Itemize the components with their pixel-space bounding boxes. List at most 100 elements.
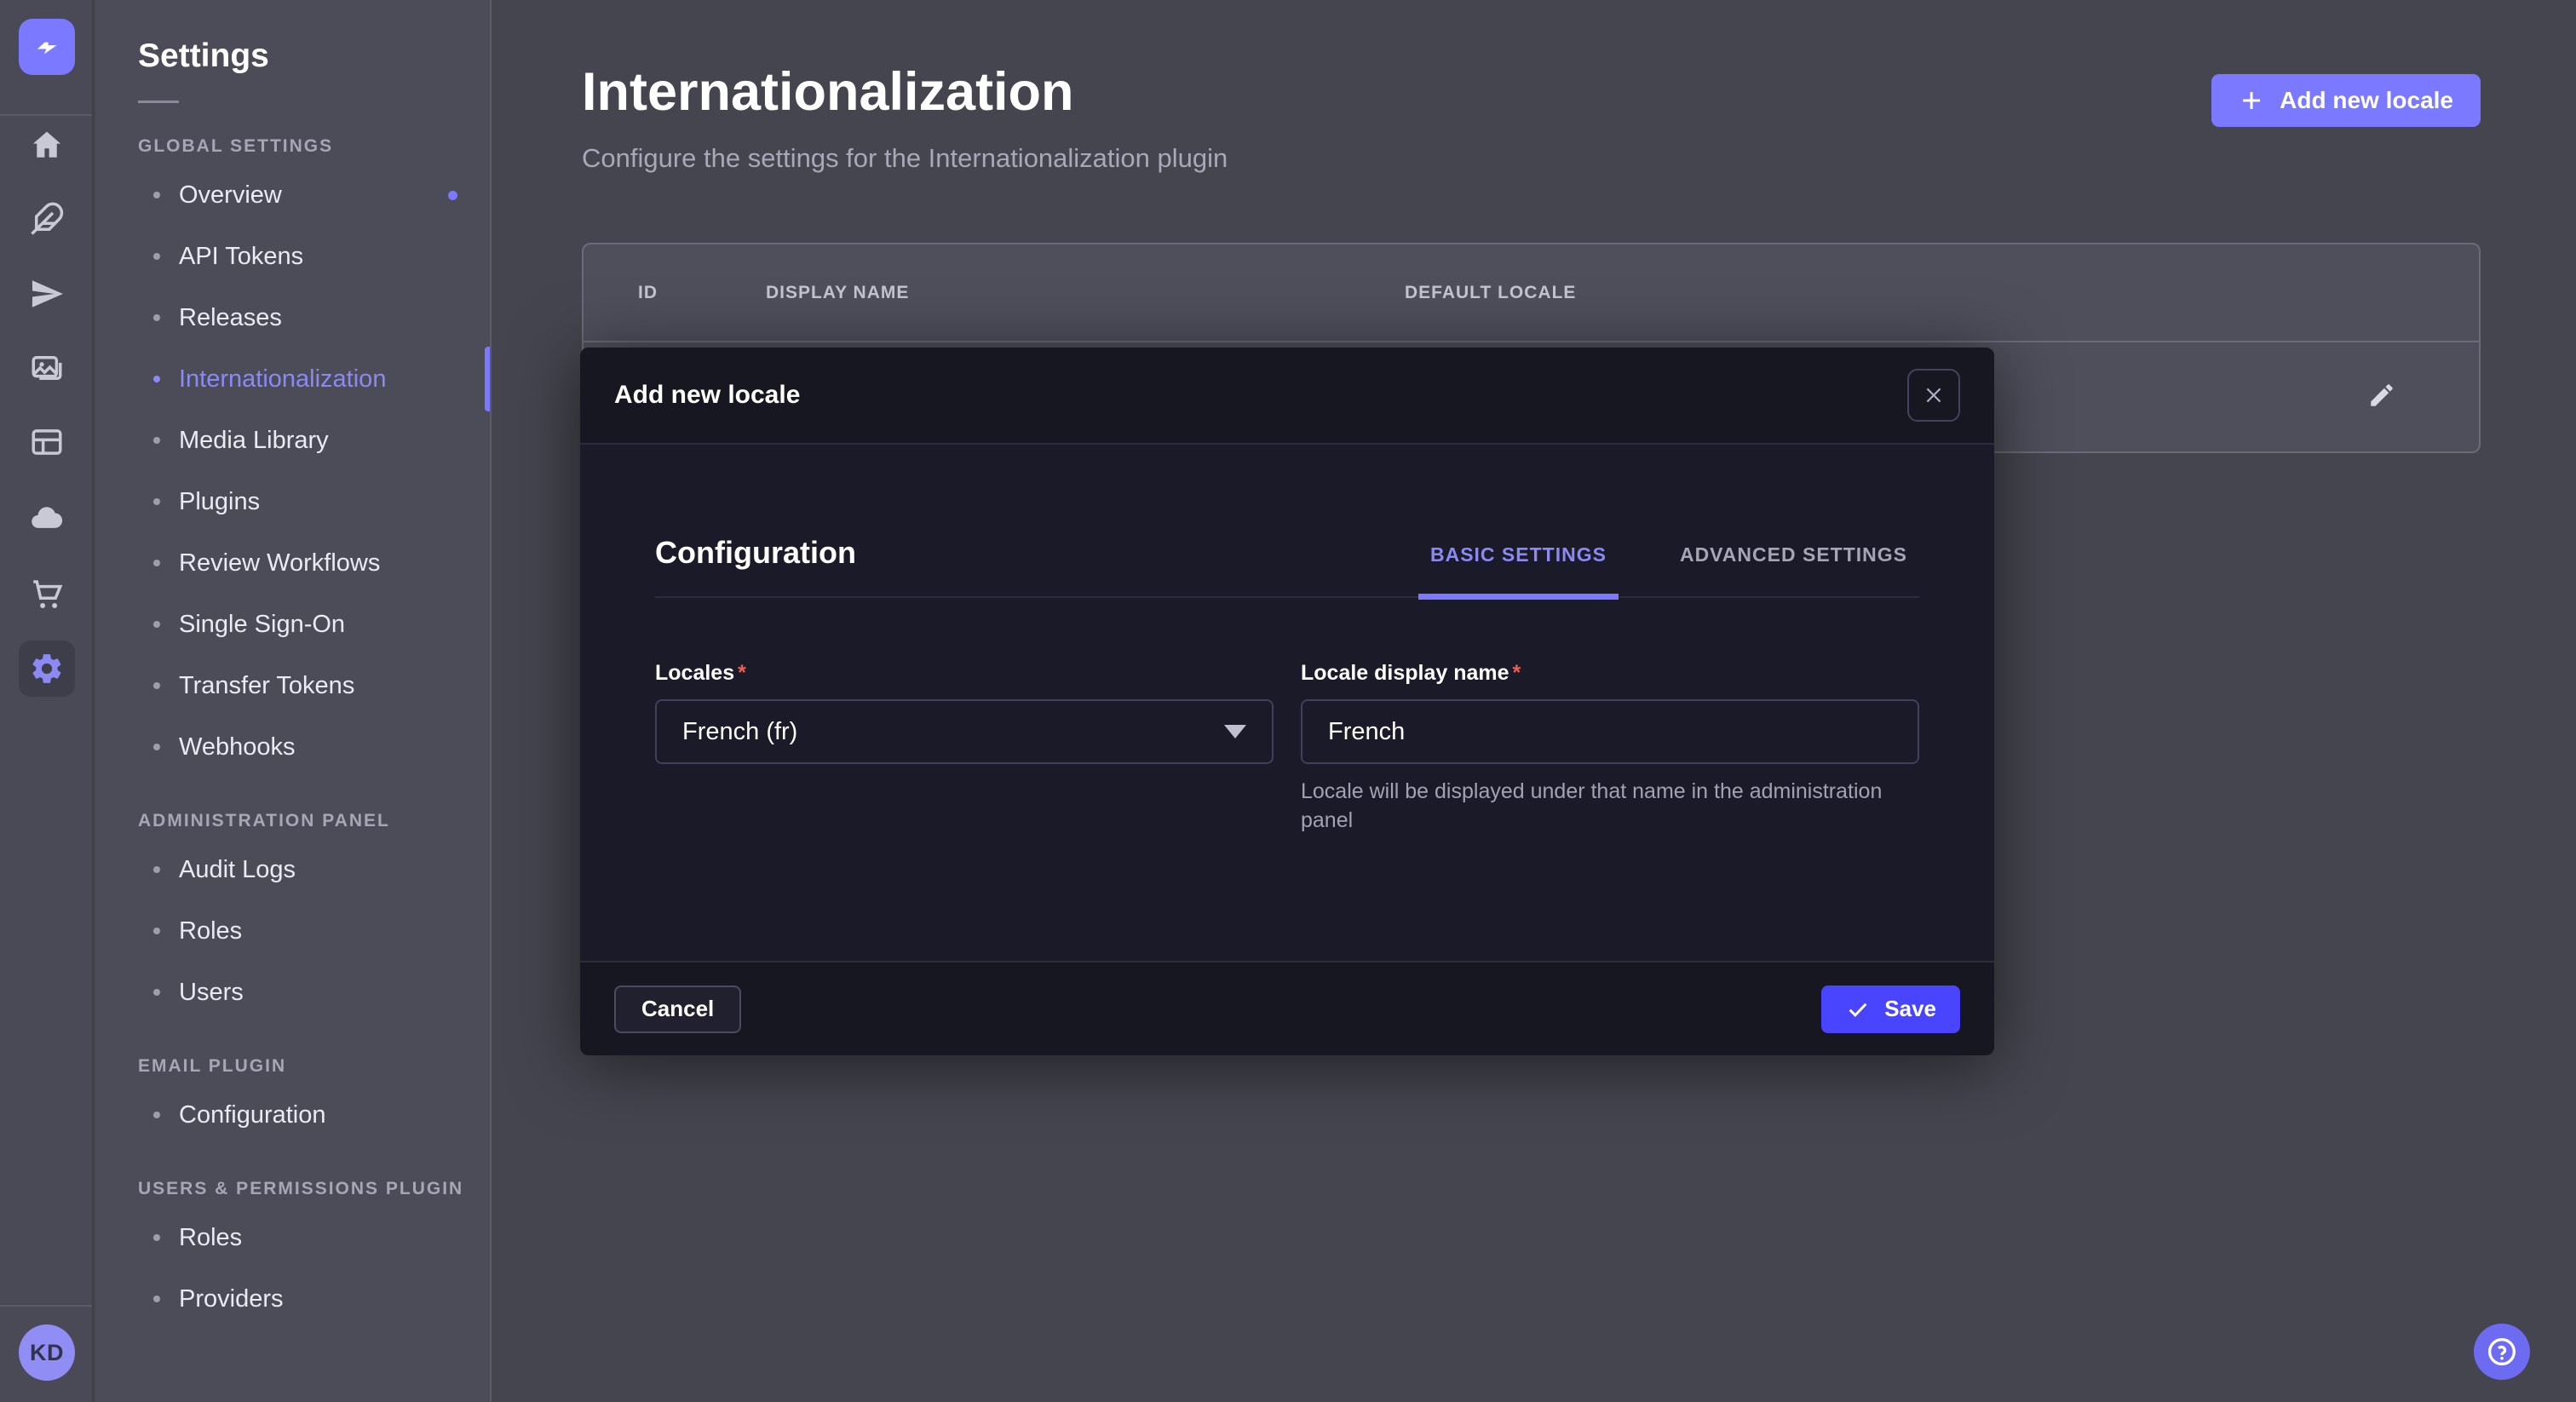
notification-dot [448,191,457,200]
tab-advanced-settings[interactable]: ADVANCED SETTINGS [1668,543,1919,600]
table-header-row: IDDISPLAY NAMEDEFAULT LOCALE [584,244,2479,342]
sidebar-item-api-tokens[interactable]: API Tokens [95,226,490,287]
feather-icon [29,201,65,237]
sidebar-item-label: Roles [179,917,242,945]
modal-header: Add new locale [580,348,1994,445]
configuration-bar: Configuration BASIC SETTINGSADVANCED SET… [655,445,1919,598]
bullet-icon [153,1234,160,1241]
sidebar-item-label: Overview [179,181,282,210]
strapi-logo-glyph [31,31,63,63]
close-icon [1923,384,1945,406]
home-icon [29,127,65,163]
cancel-button[interactable]: Cancel [614,985,741,1033]
sidebar-item-label: Plugins [179,488,260,516]
sidebar-item-review-workflows[interactable]: Review Workflows [95,532,490,594]
sidebar-item-roles[interactable]: Roles [95,900,490,962]
display-name-label-text: Locale display name [1301,661,1509,685]
sidebar-section: USERS & PERMISSIONS PLUGINRolesProviders [95,1171,490,1330]
tab-basic-settings[interactable]: BASIC SETTINGS [1418,543,1619,600]
locales-label: Locales* [655,661,1274,686]
nav-item-cloud-icon[interactable] [19,490,75,546]
add-locale-modal: Add new locale Configuration BASIC SETTI… [580,348,1994,1055]
bullet-icon [153,1112,160,1118]
nav-item-media-icon[interactable] [19,340,75,396]
bullet-icon [153,621,160,628]
cart-icon [29,576,65,612]
strapi-logo[interactable] [19,19,75,75]
sidebar-sections: GLOBAL SETTINGSOverviewAPI TokensRelease… [95,129,490,1330]
locales-select-value: French (fr) [682,718,797,746]
bullet-icon [153,1296,160,1302]
sidebar-section: ADMINISTRATION PANELAudit LogsRolesUsers [95,803,490,1023]
locales-field: Locales* French (fr) [655,661,1274,836]
add-new-locale-button[interactable]: Add new locale [2211,74,2481,127]
sidebar-item-label: Releases [179,304,282,332]
bullet-icon [153,560,160,566]
column-header-default-locale: DEFAULT LOCALE [1405,283,2334,303]
bullet-icon [153,989,160,996]
sidebar-item-roles[interactable]: Roles [95,1207,490,1268]
nav-item-settings-gear-icon[interactable] [19,641,75,697]
sidebar-section: GLOBAL SETTINGSOverviewAPI TokensRelease… [95,129,490,778]
bullet-icon [153,744,160,750]
nav-item-home-icon[interactable] [19,117,75,173]
modal-close-button[interactable] [1907,369,1960,422]
nav-rail: KD [0,0,94,1402]
display-name-hint: Locale will be displayed under that name… [1301,778,1919,836]
chevron-down-icon [1224,725,1246,738]
sidebar-item-label: Transfer Tokens [179,672,354,700]
modal-tabs: BASIC SETTINGSADVANCED SETTINGS [1418,543,1919,596]
sidebar-item-label: API Tokens [179,243,303,271]
sidebar-item-label: Roles [179,1224,242,1252]
help-button[interactable] [2474,1324,2530,1380]
sidebar-item-label: Providers [179,1285,284,1313]
sidebar-item-releases[interactable]: Releases [95,287,490,348]
page-subtitle: Configure the settings for the Internati… [582,143,1228,174]
pencil-icon [2367,381,2396,410]
settings-sidebar: Settings GLOBAL SETTINGSOverviewAPI Toke… [95,0,492,1402]
page-title: Internationalization [582,61,1074,123]
nav-item-layout-icon[interactable] [19,414,75,470]
required-asterisk: * [1513,661,1521,685]
rail-bottom-divider [0,1305,92,1307]
layout-icon [29,424,65,460]
sidebar-item-audit-logs[interactable]: Audit Logs [95,839,490,900]
rail-divider [0,114,92,116]
bullet-icon [153,498,160,505]
bullet-icon [153,314,160,321]
sidebar-item-internationalization[interactable]: Internationalization [95,348,490,410]
add-new-locale-label: Add new locale [2280,87,2453,114]
modal-section-title: Configuration [655,535,856,571]
sidebar-section: EMAIL PLUGINConfiguration [95,1049,490,1146]
display-name-input[interactable] [1301,699,1919,764]
sidebar-item-providers[interactable]: Providers [95,1268,490,1330]
check-icon [1845,997,1871,1022]
sidebar-item-overview[interactable]: Overview [95,164,490,226]
modal-title: Add new locale [614,381,800,410]
sidebar-item-webhooks[interactable]: Webhooks [95,716,490,778]
sidebar-item-configuration[interactable]: Configuration [95,1084,490,1146]
save-label: Save [1884,996,1936,1022]
sidebar-item-users[interactable]: Users [95,962,490,1023]
sidebar-title-divider [138,101,179,103]
nav-item-feather-icon[interactable] [19,191,75,247]
nav-item-cart-icon[interactable] [19,566,75,622]
nav-item-send-icon[interactable] [19,266,75,322]
edit-locale-button[interactable] [2356,370,2407,421]
plus-icon [2239,88,2264,113]
bullet-icon [153,928,160,934]
sidebar-item-label: Audit Logs [179,856,296,884]
bullet-icon [153,376,160,382]
locales-select[interactable]: French (fr) [655,699,1274,764]
column-header-id: ID [638,283,766,303]
sidebar-item-single-sign-on[interactable]: Single Sign-On [95,594,490,655]
user-avatar[interactable]: KD [19,1324,75,1381]
sidebar-item-media-library[interactable]: Media Library [95,410,490,471]
modal-footer: Cancel Save [580,961,1994,1055]
sidebar-item-transfer-tokens[interactable]: Transfer Tokens [95,655,490,716]
bullet-icon [153,437,160,444]
save-button[interactable]: Save [1821,985,1960,1033]
sidebar-section-header: EMAIL PLUGIN [138,1049,490,1084]
cloud-icon [29,500,65,536]
sidebar-item-plugins[interactable]: Plugins [95,471,490,532]
